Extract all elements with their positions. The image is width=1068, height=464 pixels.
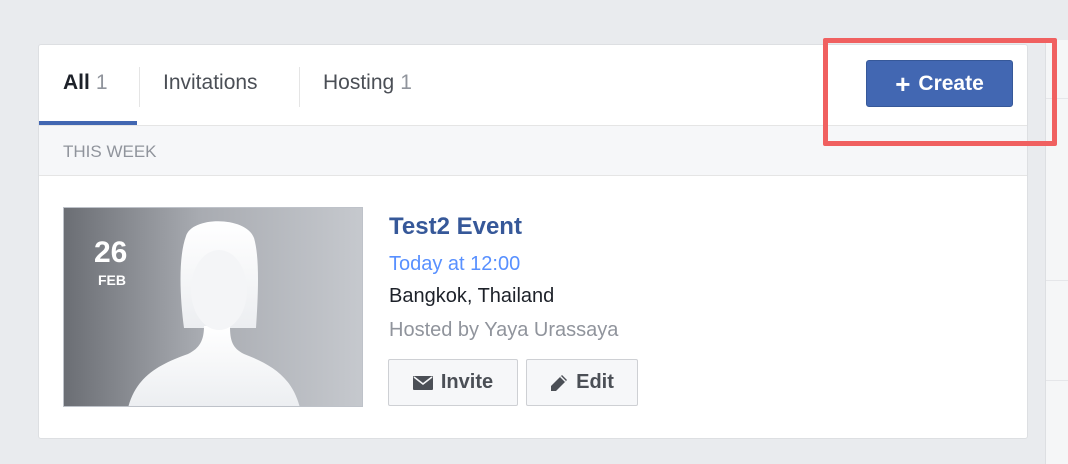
tab-hosting-label: Hosting (323, 71, 395, 94)
active-tab-underline (39, 121, 137, 125)
top-strip (0, 0, 1068, 10)
invite-button[interactable]: Invite (388, 359, 518, 406)
panel-divider (1046, 380, 1068, 381)
event-date-month: FEB (98, 272, 126, 288)
edit-button[interactable]: Edit (526, 359, 638, 406)
create-highlight-box (823, 38, 1057, 146)
tab-all-count: 1 (95, 71, 108, 94)
pencil-icon (550, 374, 568, 392)
tab-divider (299, 67, 300, 107)
envelope-icon (412, 375, 433, 390)
tab-hosting-count: 1 (400, 71, 412, 94)
tab-all-label: All (63, 71, 90, 94)
tab-divider (139, 67, 140, 107)
event-title-link[interactable]: Test2 Event (389, 213, 522, 241)
tab-all[interactable]: All 1 (63, 71, 108, 95)
section-header-label: THIS WEEK (63, 142, 157, 161)
tab-hosting[interactable]: Hosting 1 (323, 71, 412, 95)
tab-invitations[interactable]: Invitations (163, 71, 258, 95)
event-time: Today at 12:00 (389, 253, 521, 275)
invite-button-label: Invite (440, 371, 494, 393)
event-host: Hosted by Yaya Urassaya (389, 319, 619, 341)
event-cover-image[interactable]: 26 FEB (63, 207, 363, 407)
edit-button-label: Edit (576, 371, 614, 393)
event-date-day: 26 (94, 236, 128, 269)
tab-invitations-label: Invitations (163, 71, 258, 94)
panel-divider (1046, 280, 1068, 281)
event-location: Bangkok, Thailand (389, 285, 555, 307)
